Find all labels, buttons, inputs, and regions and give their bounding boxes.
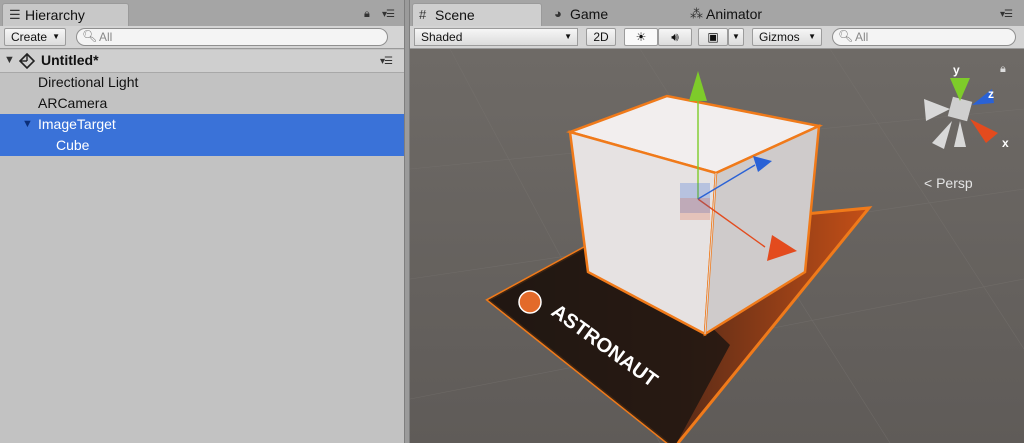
hierarchy-item-directional-light[interactable]: Directional Light [0, 72, 404, 93]
scene-name: Untitled* [41, 52, 99, 68]
hierarchy-panel: ☰ Hierarchy 🔒︎ ▾☰ Create ▼ 🔍︎ All ▼ Unti… [0, 0, 404, 443]
dropdown-arrow-icon: ▼ [564, 32, 572, 41]
gizmo-axis-neg-z-cone [932, 121, 952, 149]
hierarchy-item-cube[interactable]: Cube [0, 135, 404, 156]
hierarchy-item-label: ARCamera [38, 95, 108, 111]
scene-root-row[interactable]: ▼ Untitled* ▾☰ [0, 50, 404, 73]
dropdown-arrow-icon: ▼ [808, 32, 816, 41]
hierarchy-item-imagetarget[interactable]: ▼ ImageTarget [0, 114, 404, 135]
gizmos-dropdown[interactable]: Gizmos ▼ [752, 28, 822, 46]
unity-scene-icon [19, 53, 35, 69]
scene-viewport[interactable]: ASTRONAUT y z x � [410, 49, 1024, 443]
search-icon: 🔍︎ [838, 29, 854, 43]
gizmo-axis-neg-x-cone [924, 99, 950, 121]
orientation-gizmo[interactable]: y z x [910, 63, 1020, 163]
grid-icon: # [419, 7, 427, 22]
tab-hierarchy-label: Hierarchy [25, 7, 85, 23]
axis-y-label: y [953, 63, 960, 77]
gizmo-axis-x-cone [970, 119, 998, 143]
projection-toggle[interactable]: < Persp [924, 175, 973, 191]
dropdown-arrow-icon: ▼ [732, 32, 740, 41]
scene-search-placeholder: All [855, 30, 869, 44]
shading-mode-label: Shaded [421, 30, 463, 44]
gizmo-axis-neg-y-cone [954, 121, 966, 147]
tab-animator[interactable]: ⁂ Animator [684, 3, 814, 26]
tab-game-label: Game [570, 6, 609, 22]
animator-icon: ⁂ [690, 6, 703, 21]
scene-search-input[interactable]: 🔍︎ All [832, 28, 1016, 46]
effects-toggle-button[interactable]: ▣ [698, 28, 728, 46]
persp-chevron-icon: < [924, 175, 933, 191]
tab-game[interactable]: ◕ Game [548, 3, 678, 26]
lock-icon[interactable]: 🔒︎ [364, 8, 370, 21]
shading-mode-dropdown[interactable]: Shaded ▼ [414, 28, 578, 46]
speaker-icon: 🔊︎ [671, 30, 679, 44]
hierarchy-item-arcamera[interactable]: ARCamera [0, 93, 404, 114]
hierarchy-item-label: Cube [56, 137, 90, 153]
projection-label: Persp [936, 175, 973, 191]
image-icon: ▣ [707, 30, 719, 44]
tab-hierarchy[interactable]: ☰ Hierarchy [2, 3, 129, 26]
create-button-label: Create [11, 30, 48, 44]
tab-scene-label: Scene [435, 7, 475, 23]
search-icon: 🔍︎ [82, 29, 98, 43]
tab-scene[interactable]: # Scene [412, 3, 542, 26]
sun-icon: ☀ [635, 30, 647, 44]
hierarchy-item-label: Directional Light [38, 74, 139, 90]
2d-toggle-button[interactable]: 2D [586, 28, 616, 46]
dropdown-arrow-icon: ▼ [52, 32, 60, 41]
effects-dropdown-button[interactable]: ▼ [728, 28, 744, 46]
hierarchy-search-placeholder: All [99, 30, 113, 44]
hierarchy-item-label: ImageTarget [38, 116, 116, 132]
axis-z-label: z [988, 87, 994, 101]
scene-panel-menu-icon[interactable]: ▾☰ [1000, 9, 1013, 20]
gizmo-lock-icon[interactable]: 🔒︎ [1000, 63, 1006, 76]
2d-toggle-label: 2D [593, 30, 609, 44]
panel-menu-icon[interactable]: ▾☰ [382, 9, 395, 20]
lighting-toggle-button[interactable]: ☀ [624, 28, 658, 46]
expand-triangle-icon[interactable]: ▼ [22, 114, 33, 135]
expand-triangle-icon[interactable]: ▼ [4, 50, 15, 71]
scene-menu-icon[interactable]: ▾☰ [380, 51, 393, 72]
pacman-icon: ◕ [554, 6, 562, 21]
axis-x-label: x [1002, 136, 1009, 150]
gizmos-label: Gizmos [759, 30, 800, 44]
hierarchy-search-input[interactable]: 🔍︎ All [76, 28, 388, 46]
tab-animator-label: Animator [706, 6, 763, 22]
audio-toggle-button[interactable]: 🔊︎ [658, 28, 692, 46]
create-button[interactable]: Create ▼ [4, 28, 66, 46]
list-icon: ☰ [9, 7, 21, 22]
